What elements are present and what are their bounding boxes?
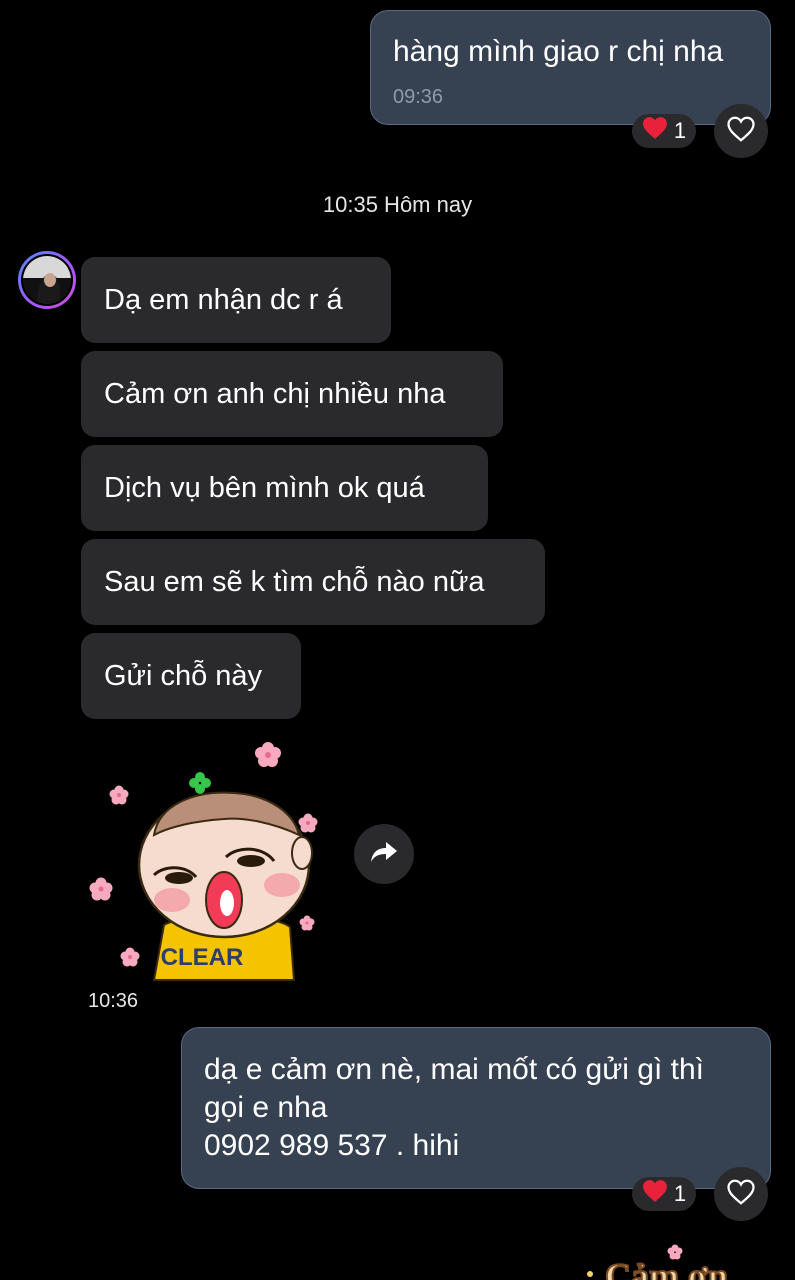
reaction-count: 1 [673,118,687,143]
reaction-count: 1 [673,1181,687,1206]
cartoon-sticker: CLEAR [89,742,318,981]
message-text-line: 0902 989 537 . hihi [204,1129,460,1162]
incoming-message-bubble[interactable]: Cảm ơn anh chị nhiều nha [81,351,503,437]
avatar[interactable] [18,251,76,309]
message-text: hàng mình giao r chị nha [393,35,724,68]
incoming-message-bubble[interactable]: Dịch vụ bên mình ok quá [81,445,488,531]
react-heart-button[interactable] [714,1167,768,1221]
incoming-message-bubble[interactable]: Gửi chỗ này [81,633,301,719]
heart-outline-icon [726,115,756,148]
message-text: Dịch vụ bên mình ok quá [104,471,425,504]
message-text-line: gọi e nha [204,1091,328,1124]
heart-filled-icon [642,116,668,146]
message-text: Gửi chỗ này [104,659,263,692]
heart-outline-icon [726,1178,756,1211]
reaction-badge[interactable]: 1 [632,1177,696,1211]
thank-you-sticker: Cảm ơn [587,1244,729,1280]
sticker-time: 10:36 [88,990,139,1012]
message-time: 09:36 [393,86,444,108]
avatar-photo [23,256,71,304]
outgoing-message-bubble[interactable]: hàng mình giao r chị nha 09:36 [370,10,771,125]
svg-text:Cảm ơn: Cảm ơn [605,1256,728,1280]
outgoing-message-bubble[interactable]: dạ e cảm ơn nè, mai mốt có gửi gì thì gọ… [181,1027,771,1189]
svg-text:CLEAR: CLEAR [161,944,244,971]
message-text: Sau em sẽ k tìm chỗ nào nữa [104,565,485,598]
react-heart-button[interactable] [714,104,768,158]
sticker-message[interactable]: CLEAR [84,735,334,985]
time-divider: 10:35 Hôm nay [322,192,473,217]
message-text-line: dạ e cảm ơn nè, mai mốt có gửi gì thì [204,1053,704,1086]
bottom-sticker[interactable]: Cảm ơn [580,1240,760,1280]
message-text: Dạ em nhận dc r á [104,283,343,316]
reaction-badge[interactable]: 1 [632,114,696,148]
incoming-message-bubble[interactable]: Dạ em nhận dc r á [81,257,391,343]
heart-filled-icon [642,1179,668,1209]
forward-icon [370,840,398,869]
incoming-message-bubble[interactable]: Sau em sẽ k tìm chỗ nào nữa [81,539,545,625]
forward-button[interactable] [354,824,414,884]
message-text: Cảm ơn anh chị nhiều nha [104,377,446,410]
